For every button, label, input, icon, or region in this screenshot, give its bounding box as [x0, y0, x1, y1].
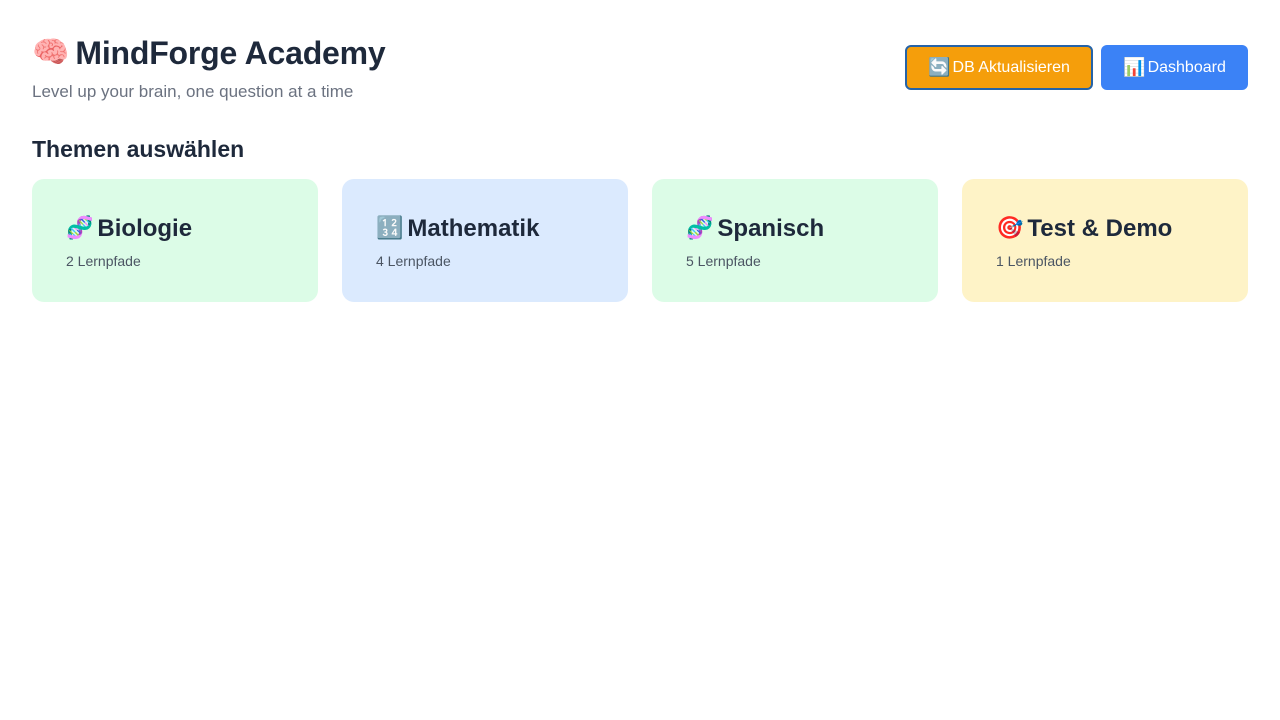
card-title: Spanisch — [717, 215, 825, 242]
topic-card-biologie[interactable]: 🧬 Biologie 2 Lernpfade — [32, 179, 318, 302]
card-title-row: 🧬 Biologie — [66, 213, 284, 245]
section-title: Themen auswählen — [32, 136, 245, 162]
card-path-count: 2 Lernpfade — [66, 253, 141, 269]
app-page: 🧠 MindForge Academy Level up your brain,… — [0, 0, 1280, 720]
card-path-count: 1 Lernpfade — [996, 253, 1071, 269]
card-path-count: 4 Lernpfade — [376, 253, 451, 269]
db-update-button[interactable]: 🔄 DB Aktualisieren — [905, 45, 1093, 90]
numbers-icon: 🔢 — [376, 216, 404, 241]
card-title: Test & Demo — [1027, 215, 1173, 242]
bar-chart-icon: 📊 — [1123, 56, 1146, 78]
page-header: 🧠 MindForge Academy Level up your brain,… — [32, 0, 1248, 120]
refresh-icon: 🔄 — [928, 56, 951, 78]
app-title: MindForge Academy — [75, 35, 386, 71]
brand: 🧠 MindForge Academy Level up your brain,… — [32, 33, 386, 103]
title-row: 🧠 MindForge Academy — [32, 33, 386, 73]
dna-icon: 🧬 — [686, 216, 714, 241]
topic-cards: 🧬 Biologie 2 Lernpfade 🔢 Mathematik 4 Le… — [32, 179, 1248, 302]
topic-card-mathematik[interactable]: 🔢 Mathematik 4 Lernpfade — [342, 179, 628, 302]
dashboard-label: Dashboard — [1147, 58, 1226, 76]
card-title-row: 🧬 Spanisch — [686, 213, 904, 245]
topic-card-test-demo[interactable]: 🎯 Test & Demo 1 Lernpfade — [962, 179, 1248, 302]
target-icon: 🎯 — [996, 216, 1024, 241]
card-title-row: 🎯 Test & Demo — [996, 213, 1214, 245]
db-update-label: DB Aktualisieren — [952, 58, 1070, 76]
card-path-count: 5 Lernpfade — [686, 253, 761, 269]
app-tagline: Level up your brain, one question at a t… — [32, 82, 354, 101]
brain-icon: 🧠 — [32, 35, 70, 70]
header-actions: 🔄 DB Aktualisieren 📊 Dashboard — [905, 45, 1248, 90]
dna-icon: 🧬 — [66, 216, 94, 241]
card-title: Mathematik — [407, 215, 540, 242]
card-title: Biologie — [97, 215, 193, 242]
topic-card-spanisch[interactable]: 🧬 Spanisch 5 Lernpfade — [652, 179, 938, 302]
card-title-row: 🔢 Mathematik — [376, 213, 594, 245]
dashboard-button[interactable]: 📊 Dashboard — [1101, 45, 1248, 90]
